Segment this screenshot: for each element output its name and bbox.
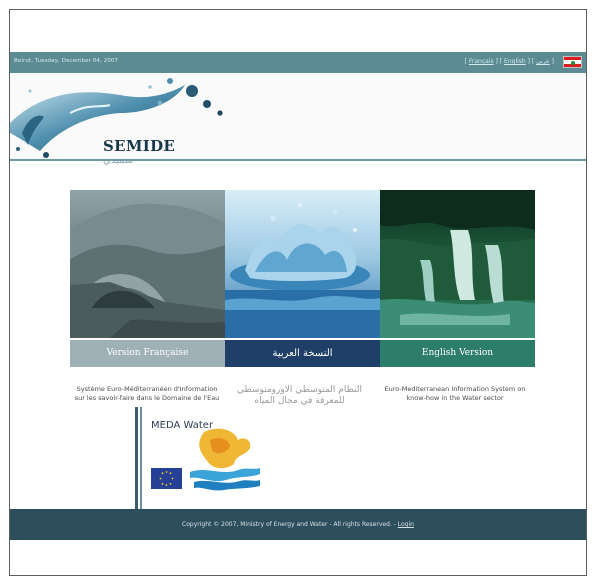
version-francaise-button[interactable]: Version Française [70, 340, 225, 367]
login-link[interactable]: Login [398, 521, 414, 528]
language-links: [ Français ] [ English ] [ عربي ] [465, 58, 554, 65]
current-date: Beirut, Tuesday, December 04, 2007 [14, 58, 119, 64]
link-francais[interactable]: Français [469, 58, 494, 65]
eu-flag-icon [151, 468, 182, 489]
water-splash-image[interactable] [225, 190, 380, 338]
copyright-notice: Copyright © 2007, Ministry of Energy and… [182, 521, 398, 528]
arabic-version-button[interactable]: النسخة العربية [225, 340, 380, 367]
lebanon-flag-icon [563, 56, 582, 68]
arabic-description: النظام المتوسطي الاورومتوسطي للمعرفة في … [237, 385, 362, 406]
meda-vertical-lines [135, 407, 142, 509]
english-version-button[interactable]: English Version [380, 340, 535, 367]
bracket-open: [ [499, 58, 503, 65]
link-english[interactable]: English [504, 58, 526, 65]
page-frame: Beirut, Tuesday, December 04, 2007 [ Fra… [9, 9, 587, 576]
bracket-close: ] [527, 58, 530, 65]
waterfall-image[interactable] [380, 190, 535, 338]
header-divider [10, 159, 586, 161]
bracket-close: ] [551, 58, 554, 65]
stone-bridge-image[interactable] [70, 190, 225, 338]
bracket-open: [ [531, 58, 535, 65]
meda-water-logo-icon [190, 428, 260, 491]
link-arabic[interactable]: عربي [536, 58, 550, 65]
bracket-close: ] [495, 58, 498, 65]
french-description: Système Euro-Méditerranéen d'Information… [74, 385, 220, 402]
top-bar: Beirut, Tuesday, December 04, 2007 [ Fra… [10, 52, 586, 73]
bracket-open: [ [464, 58, 467, 65]
site-footer: Copyright © 2007, Ministry of Energy and… [10, 509, 586, 540]
site-header: SEMIDE سميدي [10, 73, 586, 166]
copyright-text: Copyright © 2007, Ministry of Energy and… [10, 521, 586, 528]
semide-logo-text: SEMIDE [103, 137, 176, 155]
english-description: Euro-Mediterranean Information System on… [384, 385, 526, 402]
